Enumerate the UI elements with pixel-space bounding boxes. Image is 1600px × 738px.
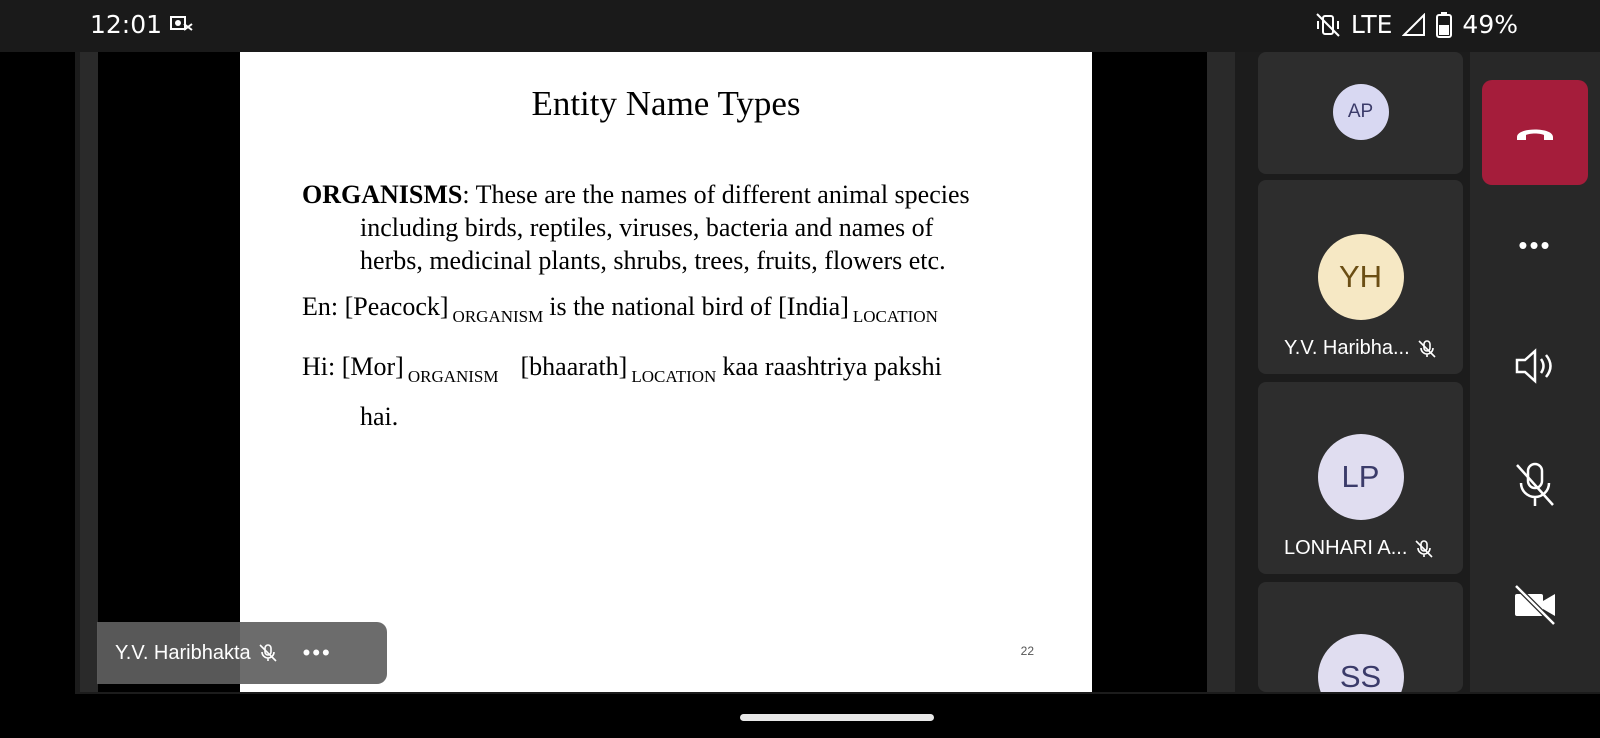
hang-up-icon — [1517, 129, 1553, 140]
en-mid: is the national bird of [India] — [549, 292, 849, 321]
participant-tile-yh[interactable]: YH Y.V. Haribha... — [1258, 180, 1463, 374]
mic-off-icon — [1418, 339, 1436, 358]
hi-prefix: Hi: [Mor] — [302, 352, 404, 381]
presentation-slide: Entity Name Types ORGANISMS: These are t… — [240, 52, 1092, 692]
call-controls: ••• — [1470, 52, 1600, 692]
status-bar: 12:01 LTE 49% — [0, 0, 1600, 52]
organisms-line1: : These are the names of different anima… — [462, 180, 970, 209]
participant-tile-ss[interactable]: SS — [1258, 582, 1463, 692]
notification-icon — [170, 16, 193, 31]
participant-name: Y.V. Haribha... — [1284, 337, 1410, 359]
participants-column: AP YH Y.V. Haribha... LP LONHARI A... SS — [1258, 52, 1463, 692]
mic-off-icon — [1516, 462, 1554, 506]
mic-off-icon — [1415, 539, 1433, 558]
hi-tag-organism: ORGANISM — [407, 367, 499, 386]
participant-name-row: LONHARI A... — [1284, 537, 1433, 560]
status-time: 12:01 — [90, 10, 163, 39]
vibrate-off-icon — [1316, 12, 1340, 37]
slide-page-number: 22 — [1020, 644, 1034, 658]
organisms-line3: herbs, medicinal plants, shrubs, trees, … — [360, 246, 946, 275]
participant-name: LONHARI A... — [1284, 537, 1408, 559]
microphone-button[interactable] — [1470, 460, 1600, 510]
battery-label: 49% — [1462, 10, 1518, 39]
tile-edge-left — [80, 52, 98, 692]
presenter-name: Y.V. Haribhakta — [115, 641, 251, 664]
avatar: SS — [1317, 634, 1404, 692]
tile-edge-right — [1207, 52, 1235, 692]
hi-tag-location: LOCATION — [631, 367, 717, 386]
status-right: LTE 49% — [1315, 10, 1518, 39]
en-tag-organism: ORGANISM — [452, 307, 544, 326]
avatar: AP — [1332, 84, 1389, 140]
slide-title: Entity Name Types — [531, 84, 801, 123]
signal-icon — [1402, 12, 1426, 36]
participant-name-row: Y.V. Haribha... — [1284, 337, 1436, 360]
avatar: YH — [1317, 234, 1404, 320]
camera-button[interactable] — [1470, 580, 1600, 630]
mic-off-icon — [259, 644, 277, 662]
speaker-icon — [1515, 348, 1552, 384]
organisms-term: ORGANISMS — [302, 180, 463, 209]
participant-tile-ap[interactable]: AP — [1258, 52, 1463, 174]
speaker-button[interactable] — [1470, 344, 1600, 388]
organisms-paragraph: ORGANISMS: These are the names of differ… — [302, 178, 1042, 277]
hindi-example: Hi: [Mor] ORGANISM [bhaarath] LOCATION kaa r… — [302, 352, 942, 387]
participant-tile-lp[interactable]: LP LONHARI A... — [1258, 382, 1463, 574]
more-options-button[interactable]: ••• — [1470, 230, 1600, 260]
avatar: LP — [1317, 434, 1404, 520]
camera-off-icon — [1514, 584, 1556, 626]
system-nav-bar — [0, 694, 1600, 738]
home-gesture-handle[interactable] — [740, 714, 934, 721]
hang-up-button[interactable] — [1482, 80, 1588, 185]
battery-icon — [1436, 11, 1453, 38]
en-tag-location: LOCATION — [852, 307, 938, 326]
organisms-line2: including birds, reptiles, viruses, bact… — [360, 213, 934, 242]
en-prefix: En: [Peacock] — [302, 292, 449, 321]
presenter-more-button[interactable]: ••• — [303, 640, 332, 666]
english-example: En: [Peacock] ORGANISM is the national bir… — [302, 292, 944, 327]
hi-mid: [bhaarath] — [520, 352, 628, 381]
presenter-name-pill: Y.V. Haribhakta ••• — [97, 622, 387, 684]
hindi-example-line2: hai. — [360, 402, 399, 431]
network-label: LTE — [1350, 10, 1393, 39]
hi-suffix: kaa raashtriya pakshi — [722, 352, 942, 381]
